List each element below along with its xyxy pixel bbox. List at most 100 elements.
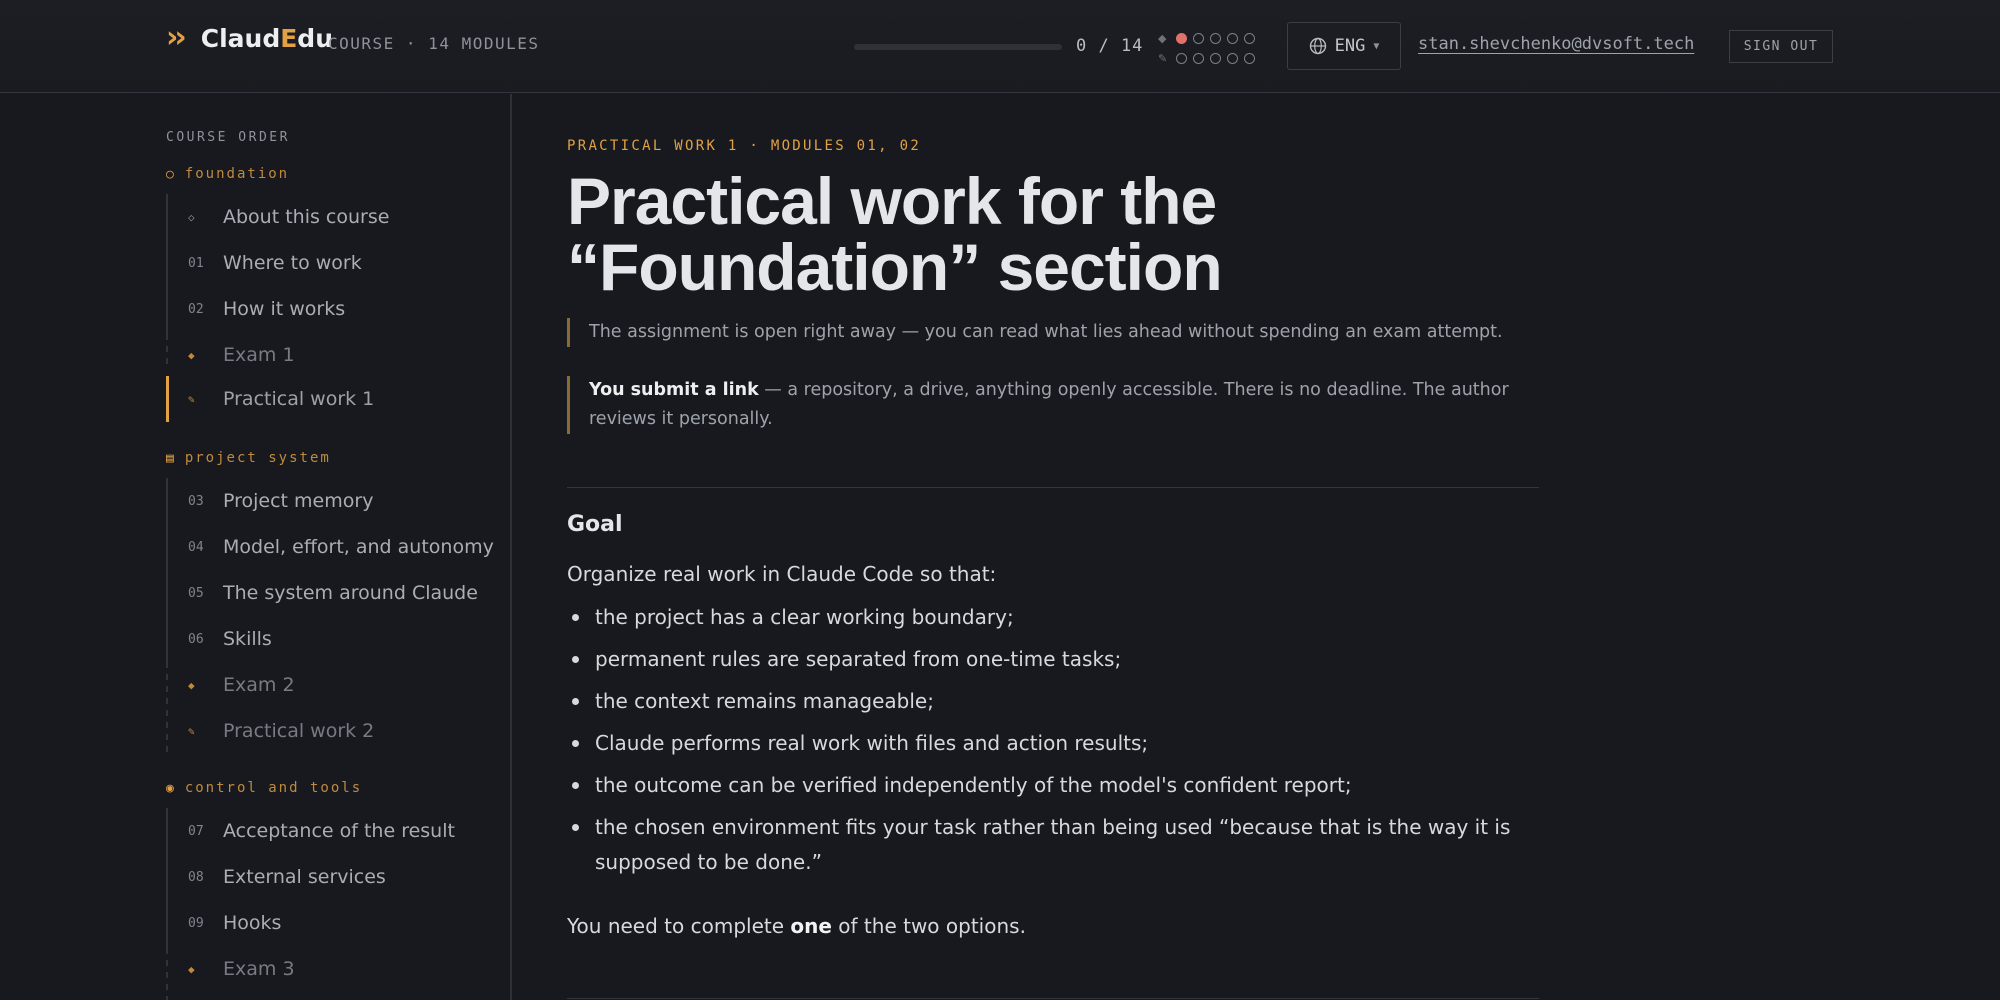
section-title: foundation — [184, 166, 290, 182]
list-item: the context remains manageable; — [567, 684, 1539, 719]
sidebar-item-practical-1[interactable]: ✎ Practical work 1 — [166, 376, 496, 422]
sidebar-item-module-05[interactable]: 05 The system around Claude — [166, 570, 496, 616]
callout-text: The assignment is open right away — you … — [589, 322, 1503, 342]
course-order-heading: COURSE ORDER — [166, 130, 290, 145]
practical-attempts-row: ✎ — [1158, 48, 1261, 68]
sidebar-item-label: Exam 3 — [223, 958, 295, 980]
list-item: the project has a clear working boundary… — [567, 600, 1539, 635]
diamond-icon: ◆ — [188, 962, 195, 976]
attempt-dot — [1244, 32, 1255, 44]
sidebar-item-exam-3[interactable]: ◆ Exam 3 — [166, 946, 496, 992]
sidebar-item-exam-1[interactable]: ◆ Exam 1 — [166, 332, 496, 378]
text: of the two options. — [831, 914, 1026, 938]
module-number: 07 — [188, 823, 204, 839]
diamond-icon: ◆ — [1158, 31, 1167, 45]
list-item: the chosen environment fits your task ra… — [567, 810, 1539, 880]
sign-out-button[interactable]: SIGN OUT — [1729, 30, 1833, 63]
attempt-dot — [1210, 52, 1221, 64]
diamond-icon: ◆ — [188, 678, 195, 692]
sidebar-item-module-02[interactable]: 02 How it works — [166, 286, 496, 332]
sidebar-item-label: About this course — [223, 206, 390, 228]
sidebar-item-label: The system around Claude — [223, 582, 478, 604]
callout-open-assignment: The assignment is open right away — you … — [567, 318, 1539, 347]
module-number: 01 — [188, 255, 204, 271]
list-item: permanent rules are separated from one-t… — [567, 642, 1539, 677]
circle-outline-icon: ○ — [166, 166, 176, 182]
attempt-dot — [1244, 52, 1255, 64]
complete-instruction: You need to complete one of the two opti… — [567, 914, 1026, 938]
sidebar-item-label: Practical work 1 — [223, 388, 375, 410]
top-bar: ›› ClaudEdu COURSE · 14 MODULES 0 / 14 ◆… — [0, 0, 2000, 93]
attempt-dot — [1176, 32, 1187, 44]
sidebar-item-about[interactable]: ◇ About this course — [166, 194, 496, 240]
sidebar-item-module-06[interactable]: 06 Skills — [166, 616, 496, 662]
logo[interactable]: ›› ClaudEdu — [166, 20, 333, 56]
language-selector[interactable]: ENG ▼ — [1287, 22, 1401, 70]
sidebar-item-label: Acceptance of the result — [223, 820, 455, 842]
sidebar-item-module-07[interactable]: 07 Acceptance of the result — [166, 808, 496, 854]
section-header-foundation[interactable]: ○ foundation — [166, 166, 289, 182]
list-item: Claude performs real work with files and… — [567, 726, 1539, 761]
divider — [567, 998, 1539, 999]
sidebar-item-label: Where to work — [223, 252, 362, 274]
attempt-dot — [1227, 32, 1238, 44]
attempt-dot — [1193, 52, 1204, 64]
text-bold: one — [790, 914, 832, 938]
sidebar-item-practical-2[interactable]: ✎ Practical work 2 — [166, 708, 496, 754]
section-header-project-system[interactable]: ▤ project system — [166, 450, 331, 466]
text: You need to complete — [567, 914, 791, 938]
module-number: 02 — [188, 301, 204, 317]
page-title: Practical work for the “Foundation” sect… — [567, 164, 1223, 304]
module-number: 05 — [188, 585, 204, 601]
sidebar-item-module-09[interactable]: 09 Hooks — [166, 900, 496, 946]
module-number: 06 — [188, 631, 204, 647]
sidebar-item-label: How it works — [223, 298, 346, 320]
goal-intro: Organize real work in Claude Code so tha… — [567, 562, 997, 586]
sidebar-item-label: Practical work 2 — [223, 720, 375, 742]
sidebar-item-module-04[interactable]: 04 Model, effort, and autonomy — [166, 524, 496, 570]
attempt-dot — [1176, 52, 1187, 64]
logo-text: ClaudEdu — [200, 23, 333, 53]
module-number: 04 — [188, 539, 204, 555]
pencil-icon: ✎ — [1158, 51, 1168, 65]
pencil-icon: ✎ — [188, 392, 195, 406]
sidebar-item-module-08[interactable]: 08 External services — [166, 854, 496, 900]
attempt-dot — [1193, 32, 1204, 44]
course-subtitle: COURSE · 14 MODULES — [328, 34, 540, 53]
double-chevron-right-icon: ›› — [166, 20, 187, 55]
pencil-icon: ✎ — [188, 724, 195, 738]
sidebar-item-label: Exam 1 — [223, 344, 295, 366]
square-grid-icon: ▤ — [166, 450, 176, 466]
sidebar-item-label: Exam 2 — [223, 674, 295, 696]
goal-heading: Goal — [567, 512, 623, 537]
sidebar-item-module-03[interactable]: 03 Project memory — [166, 478, 496, 524]
progress-count: 0 / 14 — [1076, 36, 1144, 56]
progress-bar — [854, 44, 1062, 50]
language-label: ENG — [1334, 36, 1366, 56]
sidebar-item-label: Skills — [223, 628, 272, 650]
sidebar-item-module-01[interactable]: 01 Where to work — [166, 240, 496, 286]
diamond-icon: ◆ — [188, 348, 195, 362]
page-eyebrow: PRACTICAL WORK 1 · MODULES 01, 02 — [567, 138, 922, 154]
sidebar-item-label: External services — [223, 866, 386, 888]
target-circle-icon: ◉ — [166, 780, 176, 796]
attempt-dot — [1210, 32, 1221, 44]
module-number: 03 — [188, 493, 204, 509]
attempt-dot — [1227, 52, 1238, 64]
list-item: the outcome can be verified independentl… — [567, 768, 1539, 803]
divider — [567, 487, 1539, 488]
user-email-link[interactable]: stan.shevchenko@dvsoft.tech — [1418, 34, 1694, 54]
exam-attempts-row: ◆ — [1158, 28, 1261, 48]
section-title: control and tools — [184, 780, 363, 796]
section-title: project system — [184, 450, 331, 466]
globe-icon — [1309, 37, 1326, 55]
sidebar-item-label: Project memory — [223, 490, 374, 512]
diamond-outline-icon: ◇ — [188, 210, 195, 224]
module-number: 09 — [188, 915, 204, 931]
callout-submit-link: You submit a link — a repository, a driv… — [567, 376, 1539, 434]
sidebar-item-label: Model, effort, and autonomy — [223, 536, 494, 558]
section-header-control-tools[interactable]: ◉ control and tools — [166, 780, 362, 796]
module-number: 08 — [188, 869, 204, 885]
sidebar-item-exam-2[interactable]: ◆ Exam 2 — [166, 662, 496, 708]
goal-list: the project has a clear working boundary… — [567, 600, 1539, 887]
